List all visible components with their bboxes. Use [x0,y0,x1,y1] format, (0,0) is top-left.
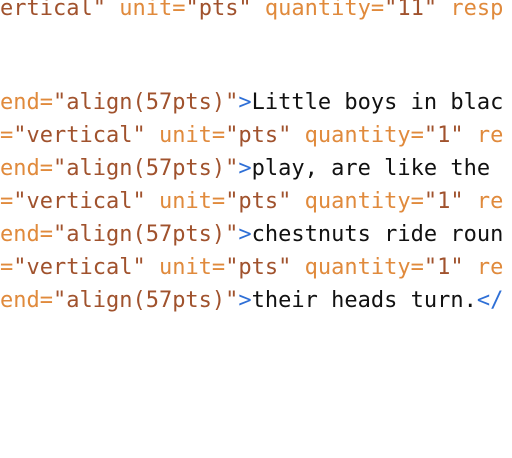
attribute-name-token: unit= [145,255,226,280]
tag-bracket-token: > [238,156,252,181]
attribute-name-token: end= [0,288,53,313]
code-line-7: ="vertical" unit="pts" quantity="1" re [0,253,503,283]
code-line-1: ertical" unit="pts" quantity="11" resp [0,0,503,24]
tag-bracket-token: > [238,90,252,115]
code-line-5: ="vertical" unit="pts" quantity="1" re [0,187,503,217]
attribute-value-token: "pts" [225,255,292,280]
attribute-value-token: "pts" [185,0,252,21]
attribute-name-token: end= [0,156,53,181]
attribute-value-token: "1" [423,189,464,214]
attribute-value-token: "align(57pts)" [52,156,239,181]
attribute-name-token: quantity= [291,189,424,214]
attribute-value-token: "align(57pts)" [52,288,239,313]
attribute-value-token: "1" [423,255,464,280]
attribute-value-token: "pts" [225,189,292,214]
code-line-4: end="align(57pts)">play, are like the [0,154,503,184]
tag-bracket-token: > [238,288,252,313]
attribute-name-token: re [463,123,504,148]
attribute-value-token: "align(57pts)" [52,90,239,115]
attribute-value-token: "1" [423,123,464,148]
attribute-name-token: resp [437,0,504,21]
attribute-value-token: "pts" [225,123,292,148]
text-content-token: Little boys in blac [251,90,504,115]
attribute-name-token: re [463,189,504,214]
code-line-6: end="align(57pts)">chestnuts ride roun [0,220,503,250]
code-line-3: ="vertical" unit="pts" quantity="1" re [0,121,503,151]
attribute-value-token: "11" [384,0,438,21]
attribute-value-token: "vertical" [13,123,146,148]
code-line-2: end="align(57pts)">Little boys in blac [0,88,503,118]
attribute-name-token: quantity= [291,123,424,148]
code-line-8: end="align(57pts)">their heads turn.</ [0,286,503,316]
attribute-name-token: = [0,189,14,214]
attribute-name-token: = [0,255,14,280]
text-content-token: play, are like the [251,156,504,181]
attribute-name-token: end= [0,90,53,115]
attribute-name-token: end= [0,222,53,247]
attribute-value-token: "vertical" [13,255,146,280]
attribute-name-token: unit= [105,0,186,21]
attribute-name-token: unit= [145,123,226,148]
tag-bracket-token: > [238,222,252,247]
attribute-value-token: ertical" [0,0,106,21]
text-content-token: their heads turn. [251,288,477,313]
attribute-name-token: quantity= [251,0,385,21]
attribute-value-token: "align(57pts)" [52,222,239,247]
tag-bracket-token: </ [476,288,504,313]
code-editor[interactable]: ertical" unit="pts" quantity="11" resp e… [0,0,512,458]
attribute-name-token: re [463,255,504,280]
attribute-value-token: "vertical" [13,189,146,214]
text-content-token: chestnuts ride roun [251,222,504,247]
attribute-name-token: quantity= [291,255,424,280]
attribute-name-token: unit= [145,189,226,214]
attribute-name-token: = [0,123,14,148]
